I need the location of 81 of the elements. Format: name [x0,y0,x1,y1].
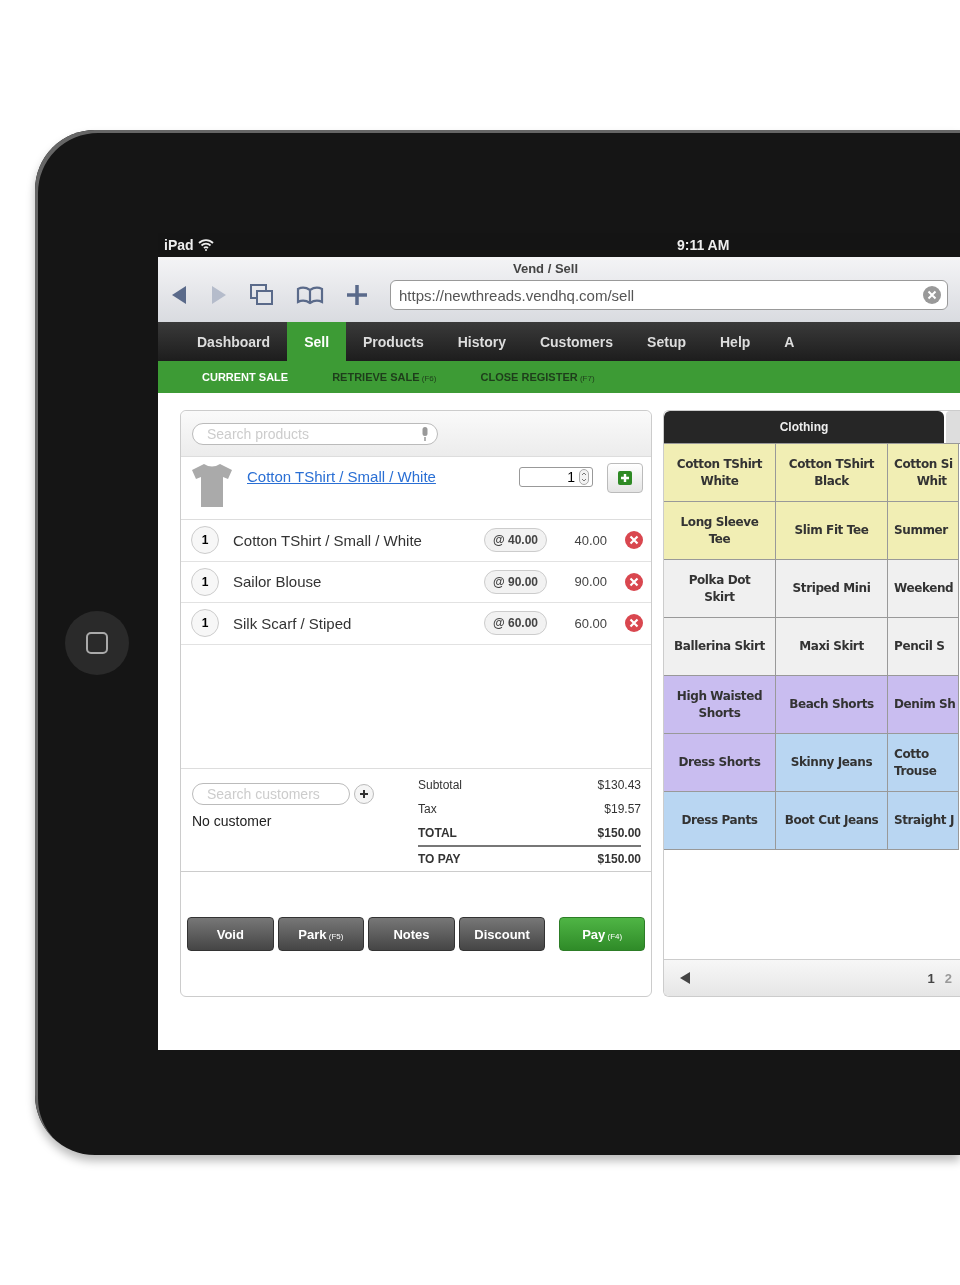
nav-tab[interactable]: Help [703,322,768,361]
product-tile[interactable]: Summer [888,502,959,560]
quantity-badge[interactable]: 1 [191,609,219,638]
price-button[interactable]: @ 90.00 [483,569,547,594]
price-button[interactable]: @ 40.00 [483,528,547,553]
nav-tab[interactable]: Setup [630,322,703,361]
price-button[interactable]: @ 60.00 [483,611,547,636]
plus-icon [360,790,368,799]
nav-tab[interactable]: A [767,322,812,361]
product-tile[interactable]: Beach Shorts [776,676,888,734]
product-tile[interactable]: Polka Dot Skirt [664,560,776,618]
product-tile[interactable]: High Waisted Shorts [664,676,776,734]
total-label: TO PAY [418,852,461,867]
url-field[interactable]: https://newthreads.vendhq.com/sell [390,280,948,310]
line-item-name: Cotton TShirt / Small / White [233,531,423,549]
quantity-badge[interactable]: 1 [191,567,219,596]
product-tile[interactable]: Slim Fit Tee [776,502,888,560]
product-link[interactable]: Cotton TShirt / Small / White [247,463,505,485]
line-total: 60.00 [573,615,607,631]
sub-nav-link[interactable]: CURRENT SALE [202,371,289,383]
customer-status: No customer [192,813,273,830]
nav-tab[interactable]: History [440,322,523,361]
action-button[interactable]: Park (F5) [277,917,365,952]
total-value: $19.57 [604,802,641,817]
wifi-icon [197,239,214,251]
tshirt-icon [191,463,233,507]
plus-icon[interactable] [346,284,368,306]
product-tile[interactable]: Straight J [888,792,959,850]
line-total: 90.00 [573,574,607,590]
stepper-icon[interactable] [579,469,589,485]
product-tile[interactable]: Maxi Skirt [776,618,888,676]
back-icon[interactable] [170,285,188,305]
clock: 9:11 AM [677,237,730,253]
line-item-name: Sailor Blouse [233,573,323,591]
action-button[interactable]: Discount [458,917,546,952]
microphone-icon[interactable] [421,426,429,441]
nav-tab[interactable]: Dashboard [180,322,288,361]
remove-icon[interactable] [625,531,643,550]
product-tile[interactable]: Weekend [888,560,959,618]
action-button[interactable]: Pay (F4) [559,917,645,952]
previous-icon[interactable] [680,972,690,984]
product-tile[interactable]: Pencil S [888,618,959,676]
page-title: Vend / Sell [512,260,579,276]
total-label: TOTAL [418,826,457,841]
product-tile[interactable]: Cotto Trouse [888,734,959,792]
remove-icon[interactable] [625,614,643,633]
product-tile[interactable]: Long Sleeve Tee [664,502,776,560]
quantity-field[interactable]: 1 [519,467,593,487]
product-tile[interactable]: Dress Shorts [664,734,776,792]
nav-tab[interactable]: Products [346,322,441,361]
nav-tab[interactable]: Customers [522,322,631,361]
add-button[interactable] [607,463,643,493]
total-value: $130.43 [597,778,641,793]
clear-icon[interactable] [923,286,941,304]
plus-icon [618,471,632,485]
product-tile[interactable]: Cotton TShirt Black [776,444,888,502]
nav-tab[interactable]: Sell [287,322,347,361]
product-tile[interactable]: Skinny Jeans [776,734,888,792]
line-total: 40.00 [573,532,607,548]
bookmarks-icon[interactable] [296,285,324,305]
action-button[interactable]: Void [187,917,274,952]
total-value: $150.00 [597,826,641,841]
add-customer-button[interactable] [354,784,374,805]
product-tile[interactable]: Cotton Si Whit [888,444,959,502]
product-tile[interactable]: Denim Sh [888,676,959,734]
total-value: $150.00 [597,852,641,867]
product-tile[interactable]: Ballerina Skirt [664,618,776,676]
category-tab[interactable]: Clothing [664,411,944,443]
device-name: iPad [164,237,194,253]
remove-icon[interactable] [625,572,643,591]
action-button[interactable]: Notes [368,917,455,952]
product-tile[interactable]: Cotton TShirt White [664,444,776,502]
product-tile[interactable]: Boot Cut Jeans [776,792,888,850]
line-item-name: Silk Scarf / Stiped [233,614,353,632]
total-label: Tax [418,802,437,817]
total-label: Subtotal [418,778,463,793]
quantity-badge[interactable]: 1 [191,526,219,555]
page-number[interactable]: 1 [927,970,935,986]
product-tile[interactable]: Dress Pants [664,792,776,850]
product-tile[interactable]: Striped Mini [776,560,888,618]
tabs-icon[interactable] [250,284,274,306]
